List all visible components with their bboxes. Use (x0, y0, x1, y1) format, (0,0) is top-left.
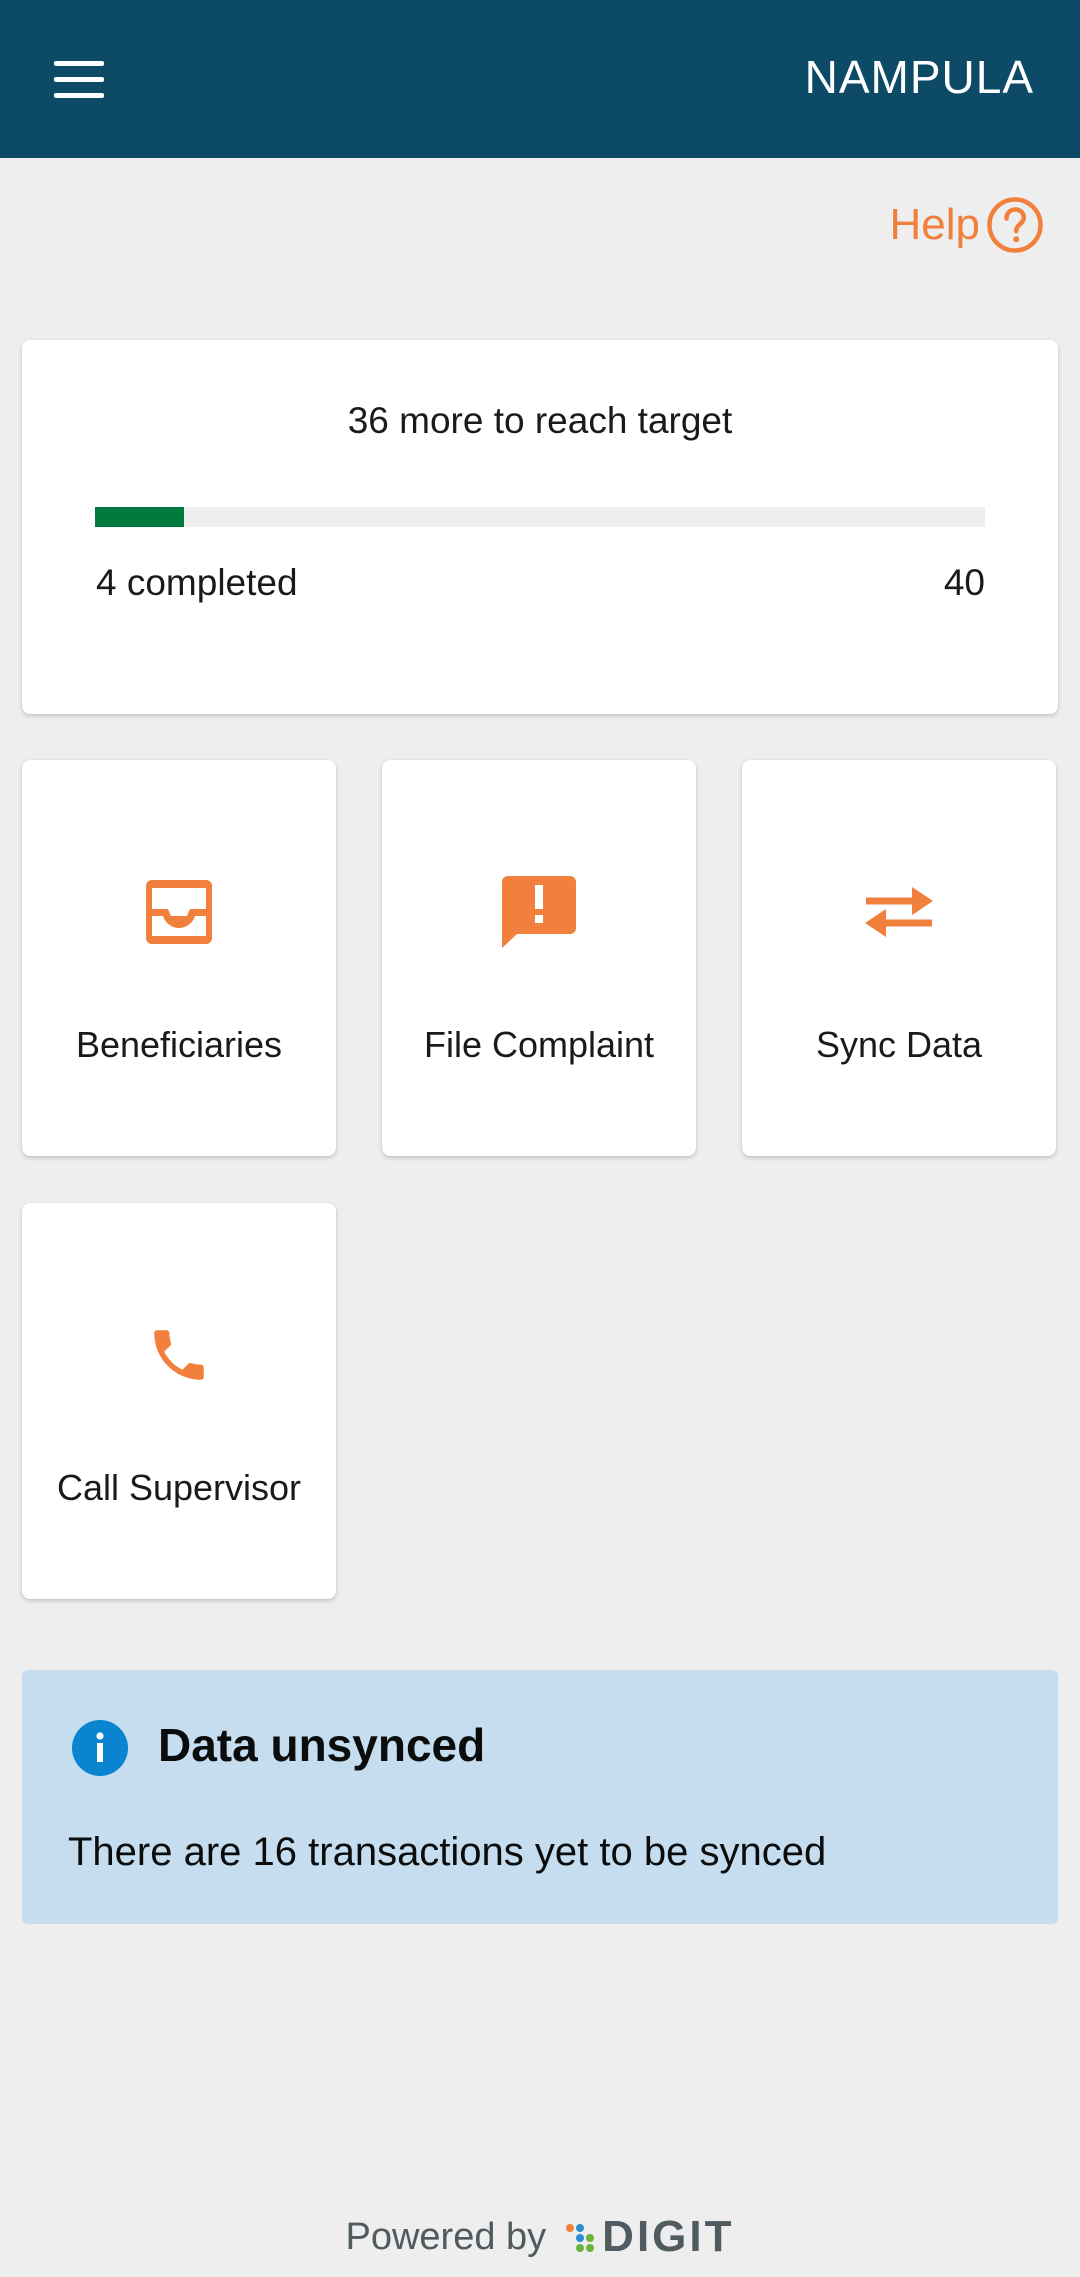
powered-by-footer: Powered by DIGIT (0, 2212, 1080, 2262)
digit-logo: DIGIT (566, 2212, 734, 2262)
phone-icon (154, 1330, 204, 1380)
powered-by-text: Powered by (345, 2215, 547, 2258)
data-unsynced-banner: Data unsynced There are 16 transactions … (22, 1670, 1058, 1924)
feedback-exclamation-icon (502, 876, 576, 948)
file-complaint-tile[interactable]: File Complaint (382, 760, 696, 1156)
beneficiaries-tile[interactable]: Beneficiaries (22, 760, 336, 1156)
app-bar-title: NAMPULA (804, 51, 1034, 103)
call-supervisor-label: Call Supervisor (56, 1467, 302, 1508)
sync-arrows-icon (865, 887, 933, 937)
inbox-tray-icon (146, 880, 212, 944)
sync-data-label: Sync Data (815, 1024, 983, 1065)
progress-card: 36 more to reach target 4 completed 40 (22, 340, 1058, 714)
info-banner-message: There are 16 transactions yet to be sync… (68, 1830, 827, 1874)
menu-button[interactable] (38, 48, 120, 110)
progress-target-label: 40 (943, 562, 985, 603)
digit-logo-text: DIGIT (602, 2212, 735, 2261)
help-circle-icon (987, 197, 1043, 253)
beneficiaries-label: Beneficiaries (75, 1024, 283, 1065)
progress-title: 36 more to reach target (347, 400, 733, 441)
hamburger-menu-icon (54, 61, 104, 66)
file-complaint-label: File Complaint (423, 1024, 655, 1065)
help-button[interactable]: Help (890, 196, 1045, 254)
info-icon (72, 1720, 128, 1776)
call-supervisor-tile[interactable]: Call Supervisor (22, 1203, 336, 1599)
progress-bar (95, 507, 985, 527)
info-banner-title: Data unsynced (158, 1719, 486, 1771)
app-bar: NAMPULA (0, 0, 1080, 158)
digit-logo-dots-icon (566, 2220, 595, 2254)
progress-bar-fill (95, 507, 184, 527)
help-label: Help (889, 200, 981, 249)
progress-completed-label: 4 completed (96, 562, 298, 603)
sync-data-tile[interactable]: Sync Data (742, 760, 1056, 1156)
